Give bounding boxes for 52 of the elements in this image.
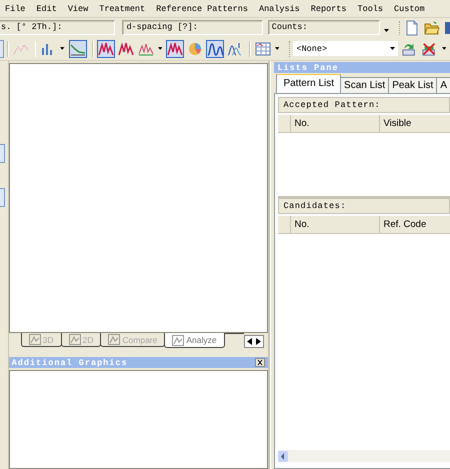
scroll-arrows-icon[interactable] — [244, 335, 264, 348]
chart-icon — [28, 334, 41, 345]
toolbar-button[interactable] — [0, 40, 4, 58]
wave-icon[interactable] — [206, 40, 224, 58]
section-header: Candidates: — [278, 198, 450, 214]
scroll-left-icon[interactable] — [278, 450, 288, 462]
dropdown-arrow-icon[interactable] — [442, 47, 446, 50]
list-tab[interactable]: Scan List — [340, 77, 390, 93]
menu-item[interactable]: Tools — [358, 4, 384, 14]
close-icon[interactable] — [255, 358, 266, 367]
open-folder-icon[interactable] — [424, 20, 440, 36]
toolbar-button[interactable] — [0, 188, 5, 207]
section-header: Accepted Pattern: — [278, 97, 450, 113]
readout-field: Counts: — [268, 20, 380, 35]
line-graph-icon[interactable] — [68, 40, 87, 58]
list-tab[interactable]: A — [436, 77, 450, 93]
menu-item[interactable]: Analysis — [258, 4, 300, 14]
menu-item[interactable]: Reference Patterns — [156, 4, 248, 14]
menu-item[interactable]: Treatment — [99, 4, 146, 14]
menu-item[interactable]: Custom — [394, 4, 425, 14]
list-tab[interactable]: Peak List — [388, 77, 438, 93]
peaks-icon[interactable] — [166, 40, 184, 58]
dropdown-arrow-icon[interactable] — [60, 47, 65, 50]
menu-item[interactable]: View — [68, 4, 88, 14]
chart-icon — [172, 334, 184, 346]
peaks-icon[interactable] — [96, 40, 115, 58]
save-icon[interactable] — [445, 20, 450, 36]
chart-icon — [108, 334, 120, 345]
dropdown-arrow-icon[interactable] — [275, 47, 280, 50]
delete-pattern-icon[interactable] — [422, 40, 436, 56]
dropdown-arrow-icon[interactable] — [158, 47, 162, 50]
column-header[interactable]: No. — [291, 216, 380, 233]
panel-title: Lists Pane — [277, 62, 338, 72]
table-icon[interactable] — [254, 40, 272, 58]
menu-item[interactable]: Edit — [36, 4, 57, 14]
column-header[interactable]: Ref. Code — [380, 216, 450, 233]
toolbar-button[interactable] — [0, 144, 5, 163]
view-tab[interactable]: Analyze — [164, 333, 225, 348]
list-tab[interactable]: Pattern List — [276, 74, 342, 93]
dropdown-value: <None> — [296, 44, 328, 54]
menu-item[interactable]: Reports — [310, 4, 346, 14]
horizontal-scrollbar[interactable] — [278, 450, 450, 462]
column-header[interactable]: Visible — [380, 115, 450, 132]
new-document-icon[interactable] — [405, 20, 420, 36]
panel-title: Additional Graphics — [12, 358, 128, 368]
pattern-dropdown[interactable]: <None> — [293, 41, 398, 56]
dropdown-arrow-icon[interactable] — [390, 47, 396, 50]
readout-field: d-spacing [?]: — [122, 20, 263, 35]
column-header[interactable]: No. — [291, 115, 380, 132]
chart-icon — [68, 334, 81, 345]
menu-item[interactable]: File — [5, 4, 26, 14]
readout-field: s. [° 2Th.]: — [0, 20, 116, 35]
